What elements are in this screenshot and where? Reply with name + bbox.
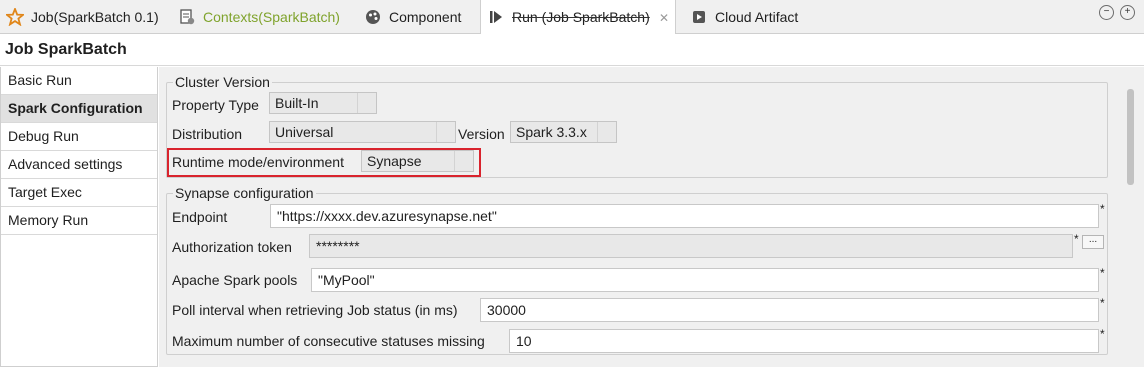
poll-interval-field[interactable]: 30000 xyxy=(480,298,1099,322)
version-value: Spark 3.3.x xyxy=(516,124,587,140)
dropdown-arrow-icon xyxy=(436,122,455,142)
required-marker: * xyxy=(1100,296,1105,310)
contexts-icon xyxy=(178,8,196,26)
spark-pools-label: Apache Spark pools xyxy=(172,272,298,288)
job-star-icon xyxy=(4,6,26,26)
spark-configuration-panel: Cluster Version Property Type Built-In D… xyxy=(159,67,1123,367)
cluster-version-legend: Cluster Version xyxy=(173,74,272,90)
endpoint-label: Endpoint xyxy=(172,209,228,225)
required-marker: * xyxy=(1100,266,1105,280)
maximize-icon[interactable]: + xyxy=(1120,5,1135,20)
dropdown-arrow-icon xyxy=(454,151,473,171)
tab-contexts[interactable]: Contexts(SparkBatch) xyxy=(178,0,340,33)
component-icon xyxy=(364,8,382,26)
sidebar-item-spark-configuration[interactable]: Spark Configuration xyxy=(1,95,157,123)
run-sidebar: Basic Run Spark Configuration Debug Run … xyxy=(0,67,158,367)
sidebar-item-memory-run[interactable]: Memory Run xyxy=(1,207,157,235)
dropdown-arrow-icon xyxy=(357,93,376,113)
cloud-artifact-icon xyxy=(690,8,708,26)
tab-label: Contexts(SparkBatch) xyxy=(203,8,340,25)
tab-cloud-artifact[interactable]: Cloud Artifact xyxy=(690,0,798,33)
version-label: Version xyxy=(458,126,505,142)
authorization-token-label: Authorization token xyxy=(172,239,292,255)
tab-label: Component xyxy=(389,8,462,25)
tab-label: Run (Job SparkBatch) xyxy=(512,9,650,25)
edit-token-button[interactable]: ... xyxy=(1082,235,1104,249)
tab-job[interactable]: Job(SparkBatch 0.1) xyxy=(4,0,159,33)
vertical-scrollbar[interactable] xyxy=(1123,67,1144,367)
sidebar-item-target-exec[interactable]: Target Exec xyxy=(1,179,157,207)
editor-tab-bar: Job(SparkBatch 0.1) Contexts(SparkBatch)… xyxy=(0,0,1144,34)
property-type-label: Property Type xyxy=(172,97,259,113)
distribution-select[interactable]: Universal xyxy=(269,121,456,143)
authorization-token-field[interactable]: ******** xyxy=(309,234,1073,258)
version-select[interactable]: Spark 3.3.x xyxy=(510,121,617,143)
runtime-mode-label: Runtime mode/environment xyxy=(172,154,344,170)
distribution-label: Distribution xyxy=(172,126,243,142)
poll-interval-label: Poll interval when retrieving Job status… xyxy=(172,302,458,318)
sidebar-item-basic-run[interactable]: Basic Run xyxy=(1,67,157,95)
spark-pools-field[interactable]: "MyPool" xyxy=(311,268,1099,292)
endpoint-field[interactable]: "https://xxxx.dev.azuresynapse.net" xyxy=(270,204,1099,228)
minimize-icon[interactable]: − xyxy=(1099,5,1114,20)
required-marker: * xyxy=(1100,202,1105,216)
sidebar-item-advanced-settings[interactable]: Advanced settings xyxy=(1,151,157,179)
distribution-value: Universal xyxy=(275,124,334,140)
dropdown-arrow-icon xyxy=(597,122,616,142)
run-icon xyxy=(487,8,505,26)
max-missing-statuses-field[interactable]: 10 xyxy=(509,329,1099,353)
tab-label: Cloud Artifact xyxy=(715,8,799,25)
required-marker: * xyxy=(1074,232,1079,246)
runtime-mode-select[interactable]: Synapse xyxy=(361,150,474,172)
required-marker: * xyxy=(1100,327,1105,341)
close-icon[interactable]: ✕ xyxy=(659,11,669,25)
property-type-select[interactable]: Built-In xyxy=(269,92,377,114)
property-type-value: Built-In xyxy=(275,95,319,111)
page-title: Job SparkBatch xyxy=(0,34,1144,66)
synapse-configuration-legend: Synapse configuration xyxy=(173,185,316,201)
tab-run[interactable]: Run (Job SparkBatch) ✕ xyxy=(480,0,676,34)
max-missing-statuses-label: Maximum number of consecutive statuses m… xyxy=(172,333,485,349)
scrollbar-thumb[interactable] xyxy=(1127,89,1134,185)
tab-label: Job(SparkBatch 0.1) xyxy=(31,8,159,25)
runtime-mode-value: Synapse xyxy=(367,153,422,169)
sidebar-item-debug-run[interactable]: Debug Run xyxy=(1,123,157,151)
tab-component[interactable]: Component xyxy=(364,0,461,33)
